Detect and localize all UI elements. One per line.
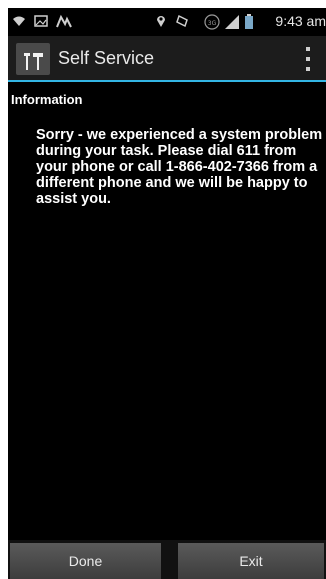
wifi-icon: [13, 16, 25, 26]
device-screen: 3G 9:43 am Self Service Information Sorr…: [8, 8, 326, 579]
done-button[interactable]: Done: [10, 543, 161, 579]
location-icon: [157, 16, 165, 27]
overflow-menu-icon[interactable]: [304, 47, 312, 71]
image-icon: [34, 15, 48, 27]
exit-button[interactable]: Exit: [178, 543, 324, 579]
3g-icon: 3G: [204, 14, 220, 30]
battery-icon: [245, 14, 253, 29]
section-title: Information: [11, 92, 83, 107]
tools-icon[interactable]: [16, 43, 50, 75]
sync-icon: [176, 14, 188, 28]
error-message: Sorry - we experienced a system problem …: [36, 127, 323, 207]
app-title: Self Service: [58, 48, 155, 68]
actionbar-divider: [8, 80, 326, 82]
network-icon: [225, 15, 239, 29]
status-bar: 3G 9:43 am: [8, 8, 326, 36]
svg-text:3G: 3G: [208, 20, 217, 27]
clock-time: 9:43 am: [275, 13, 326, 29]
signal-icon: [56, 14, 72, 28]
action-bar: Self Service: [8, 36, 326, 80]
button-bar: Done Exit: [8, 540, 326, 579]
